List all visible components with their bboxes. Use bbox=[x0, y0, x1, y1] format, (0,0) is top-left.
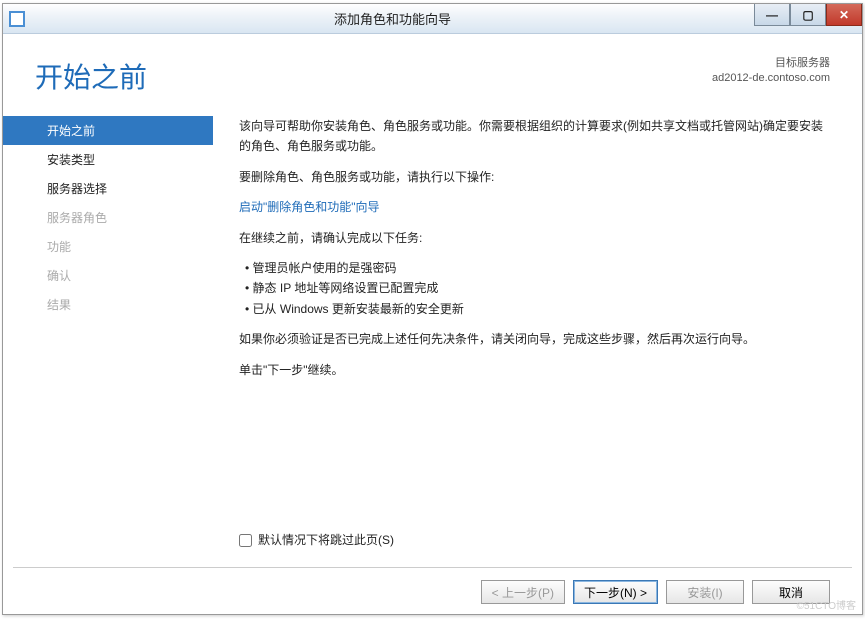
remove-roles-link[interactable]: 启动"删除角色和功能"向导 bbox=[239, 200, 380, 214]
step-results: 结果 bbox=[3, 290, 213, 319]
prereq-item: 静态 IP 地址等网络设置已配置完成 bbox=[245, 278, 830, 298]
page-title: 开始之前 bbox=[35, 56, 147, 96]
app-icon bbox=[9, 11, 25, 27]
wizard-footer: < 上一步(P) 下一步(N) > 安装(I) 取消 bbox=[13, 567, 852, 604]
prereq-item: 已从 Windows 更新安装最新的安全更新 bbox=[245, 299, 830, 319]
close-button[interactable]: ✕ bbox=[826, 4, 862, 26]
step-before-you-begin[interactable]: 开始之前 bbox=[3, 116, 213, 145]
target-label: 目标服务器 bbox=[712, 56, 830, 71]
skip-page-checkbox[interactable] bbox=[239, 534, 252, 547]
skip-page-label: 默认情况下将跳过此页(S) bbox=[258, 530, 394, 550]
step-server-roles: 服务器角色 bbox=[3, 203, 213, 232]
prereq-list: 管理员帐户使用的是强密码 静态 IP 地址等网络设置已配置完成 已从 Windo… bbox=[245, 258, 830, 319]
window-controls: — ▢ ✕ bbox=[754, 4, 862, 26]
verify-lead: 在继续之前，请确认完成以下任务: bbox=[239, 228, 830, 248]
target-info: 目标服务器 ad2012-de.contoso.com bbox=[712, 56, 830, 87]
remove-lead: 要删除角色、角色服务或功能，请执行以下操作: bbox=[239, 167, 830, 187]
install-button: 安装(I) bbox=[666, 580, 744, 604]
wizard-window: 添加角色和功能向导 — ▢ ✕ 开始之前 目标服务器 ad2012-de.con… bbox=[2, 3, 863, 615]
next-button[interactable]: 下一步(N) > bbox=[573, 580, 658, 604]
maximize-button[interactable]: ▢ bbox=[790, 4, 826, 26]
skip-page-row: 默认情况下将跳过此页(S) bbox=[239, 530, 830, 550]
step-server-selection[interactable]: 服务器选择 bbox=[3, 174, 213, 203]
step-confirmation: 确认 bbox=[3, 261, 213, 290]
previous-button: < 上一步(P) bbox=[481, 580, 565, 604]
window-title: 添加角色和功能向导 bbox=[31, 9, 862, 28]
verify-note: 如果你必须验证是否已完成上述任何先决条件，请关闭向导，完成这些步骤，然后再次运行… bbox=[239, 329, 830, 349]
target-server: ad2012-de.contoso.com bbox=[712, 71, 830, 86]
step-sidebar: 开始之前 安装类型 服务器选择 服务器角色 功能 确认 结果 bbox=[3, 110, 213, 536]
watermark-text: ©51CTO博客 bbox=[797, 597, 856, 612]
wizard-body: 开始之前 安装类型 服务器选择 服务器角色 功能 确认 结果 该向导可帮助你安装… bbox=[3, 106, 862, 536]
prereq-item: 管理员帐户使用的是强密码 bbox=[245, 258, 830, 278]
main-content: 该向导可帮助你安装角色、角色服务或功能。你需要根据组织的计算要求(例如共享文档或… bbox=[213, 110, 862, 536]
step-features: 功能 bbox=[3, 232, 213, 261]
wizard-header: 开始之前 目标服务器 ad2012-de.contoso.com bbox=[3, 34, 862, 106]
minimize-button[interactable]: — bbox=[754, 4, 790, 26]
step-installation-type[interactable]: 安装类型 bbox=[3, 145, 213, 174]
intro-text: 该向导可帮助你安装角色、角色服务或功能。你需要根据组织的计算要求(例如共享文档或… bbox=[239, 116, 830, 157]
continue-note: 单击"下一步"继续。 bbox=[239, 360, 830, 380]
title-bar: 添加角色和功能向导 — ▢ ✕ bbox=[3, 4, 862, 34]
